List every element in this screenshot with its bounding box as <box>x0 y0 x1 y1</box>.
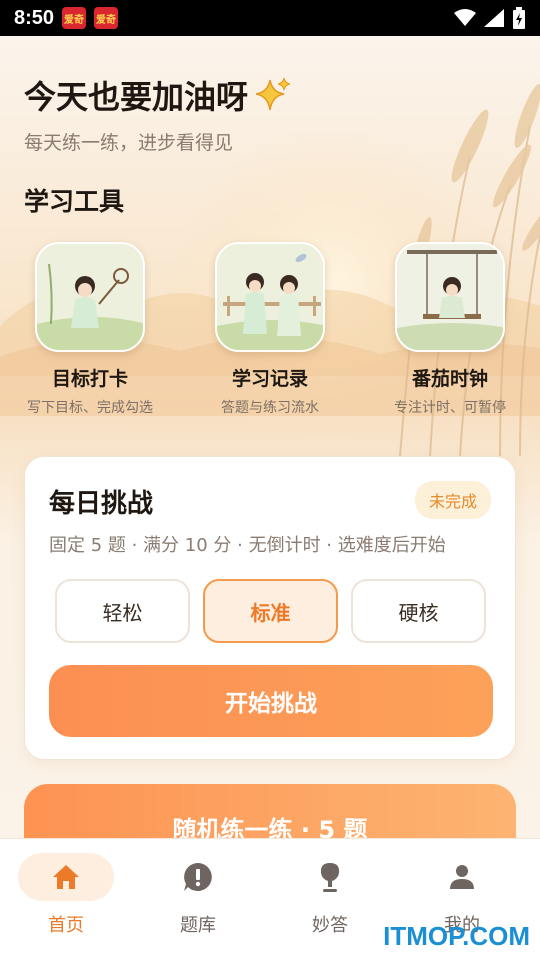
page-subtitle: 每天练一练，进步看得见 <box>24 132 234 154</box>
tab-label: 妙答 <box>312 915 348 936</box>
card-description: 固定 5 题 · 满分 10 分 · 无倒计时 · 选难度后开始 <box>49 535 446 556</box>
tool-desc: 答题与练习流水 <box>221 400 319 416</box>
status-time: 8:50 <box>14 6 55 29</box>
difficulty-hard-button[interactable]: 硬核 <box>351 579 486 643</box>
tool-desc: 写下目标、完成勾选 <box>27 400 153 416</box>
exclamation-icon <box>184 863 212 891</box>
page-title: 今天也要加油呀 <box>24 78 249 116</box>
tab-question-bank[interactable]: 题库 <box>132 839 264 960</box>
sparkle-icon <box>255 77 291 111</box>
difficulty-easy-button[interactable]: 轻松 <box>55 579 190 643</box>
tool-pomodoro-clock[interactable]: 番茄时钟 专注计时、可暂停 <box>360 242 540 417</box>
tool-label: 学习记录 <box>231 368 308 390</box>
tab-label: 题库 <box>180 915 216 936</box>
home-icon <box>53 865 79 889</box>
difficulty-standard-button[interactable]: 标准 <box>203 579 338 643</box>
tool-study-record[interactable]: 学习记录 答题与练习流水 <box>180 242 360 417</box>
status-icons <box>454 7 526 29</box>
battery-icon <box>513 7 525 29</box>
tool-label: 目标打卡 <box>51 368 128 390</box>
tool-illustration <box>35 242 145 352</box>
start-challenge-button[interactable]: 开始挑战 <box>49 665 493 737</box>
tab-smart-answer[interactable]: 妙答 <box>264 839 396 960</box>
section-title-tools: 学习工具 <box>24 187 125 216</box>
tool-label: 番茄时钟 <box>411 368 488 390</box>
status-badge: 未完成 <box>414 481 491 519</box>
daily-challenge-card: 每日挑战 未完成 固定 5 题 · 满分 10 分 · 无倒计时 · 选难度后开… <box>24 456 516 760</box>
tool-goal-checkin[interactable]: 目标打卡 写下目标、完成勾选 <box>0 242 180 417</box>
card-title: 每日挑战 <box>49 489 154 519</box>
tab-label: 首页 <box>48 915 84 936</box>
tool-illustration <box>395 242 505 352</box>
tool-desc: 专注计时、可暂停 <box>394 400 506 416</box>
signal-icon <box>484 9 504 27</box>
app-notification-icon: 爱奇 <box>94 7 119 29</box>
app-notification-icon: 爱奇 <box>62 7 87 29</box>
greeting-header: 今天也要加油呀 每天练一练，进步看得见 <box>24 72 292 155</box>
user-icon <box>450 865 474 889</box>
tab-home[interactable]: 首页 <box>0 839 132 960</box>
tools-grid: 目标打卡 写下目标、完成勾选 学习记录 答题与练习流水 番茄时钟 专注计时、可暂… <box>0 242 540 417</box>
watermark: ITMOP.COM <box>383 921 530 951</box>
pin-icon <box>320 863 340 892</box>
wifi-icon <box>454 9 476 26</box>
difficulty-selector: 轻松 标准 硬核 <box>55 579 486 643</box>
tool-illustration <box>215 242 325 352</box>
status-bar: 8:50 爱奇 爱奇 <box>0 0 540 36</box>
